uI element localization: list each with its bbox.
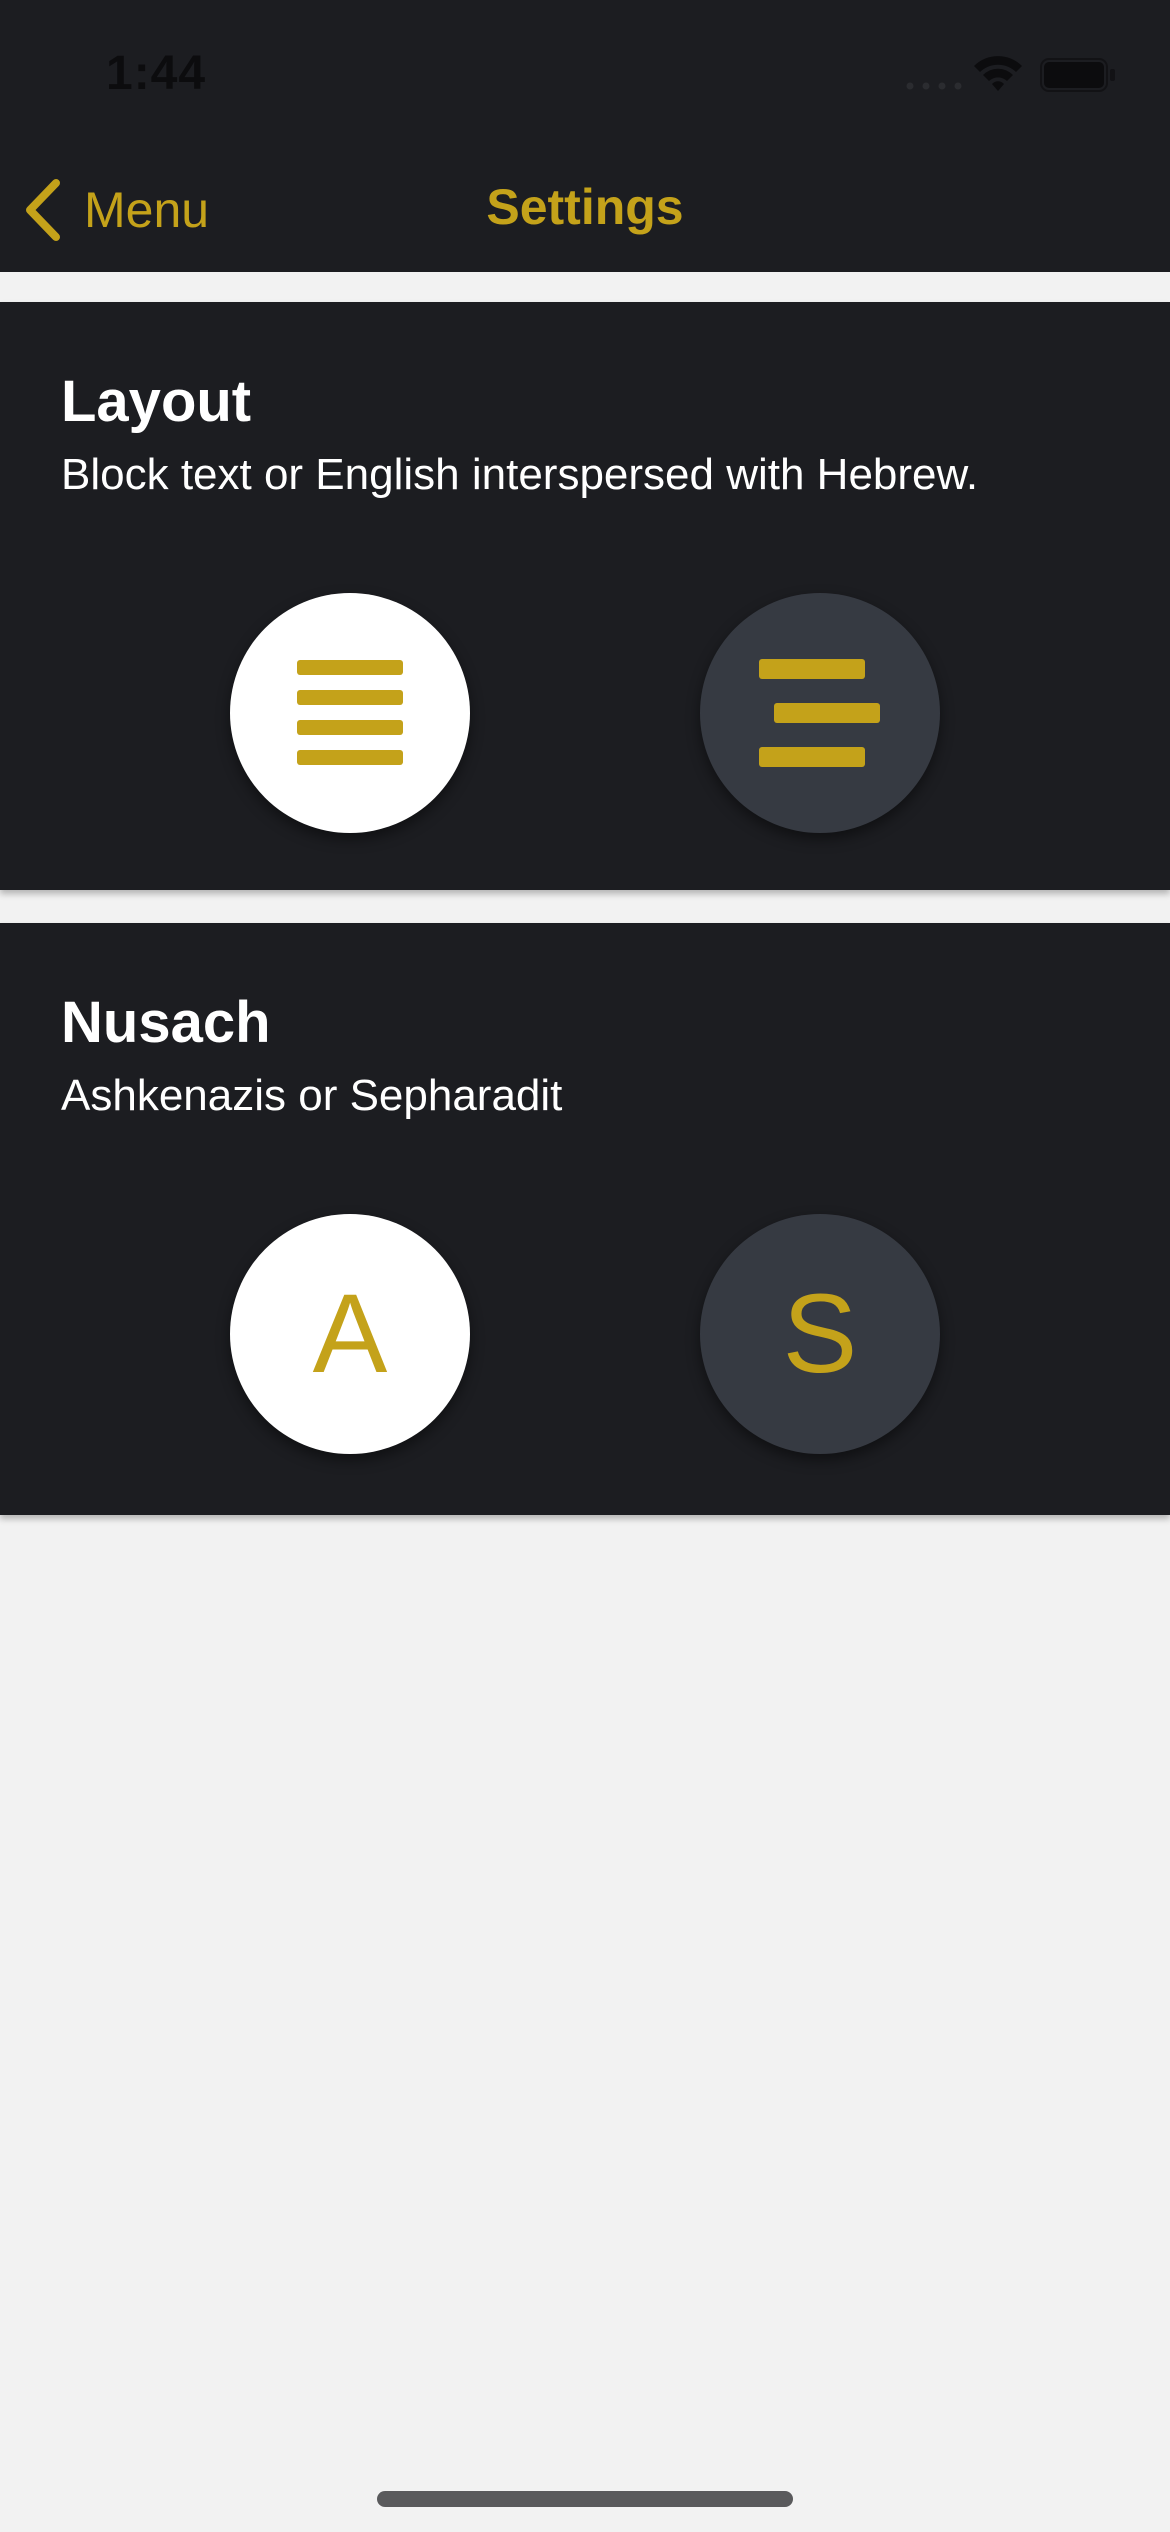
nusach-subtitle: Ashkenazis or Sepharadit xyxy=(61,1071,563,1120)
battery-icon xyxy=(1040,58,1115,92)
interspersed-text-icon xyxy=(759,659,880,767)
block-text-icon xyxy=(297,660,403,765)
layout-interspersed-button[interactable] xyxy=(700,593,940,833)
layout-title: Layout xyxy=(61,369,252,434)
status-bar: 1:44 xyxy=(0,0,1170,150)
nusach-sephard-button[interactable]: S xyxy=(700,1214,940,1454)
page-title: Settings xyxy=(486,179,684,235)
layout-block-text-button[interactable] xyxy=(230,593,470,833)
nusach-title: Nusach xyxy=(61,990,271,1055)
cellular-signal-icon xyxy=(906,82,962,90)
navigation-bar: Menu Settings xyxy=(0,150,1170,272)
nusach-ashkenaz-label: A xyxy=(312,1271,388,1396)
nusach-ashkenaz-button[interactable]: A xyxy=(230,1214,470,1454)
status-time: 1:44 xyxy=(106,47,207,100)
home-indicator xyxy=(377,2491,793,2507)
layout-subtitle: Block text or English interspersed with … xyxy=(61,450,979,499)
nusach-section: Nusach Ashkenazis or Sepharadit A S xyxy=(0,923,1170,1515)
nusach-sephard-label: S xyxy=(782,1271,858,1396)
layout-section: Layout Block text or English intersperse… xyxy=(0,302,1170,890)
wifi-icon xyxy=(974,56,1022,91)
